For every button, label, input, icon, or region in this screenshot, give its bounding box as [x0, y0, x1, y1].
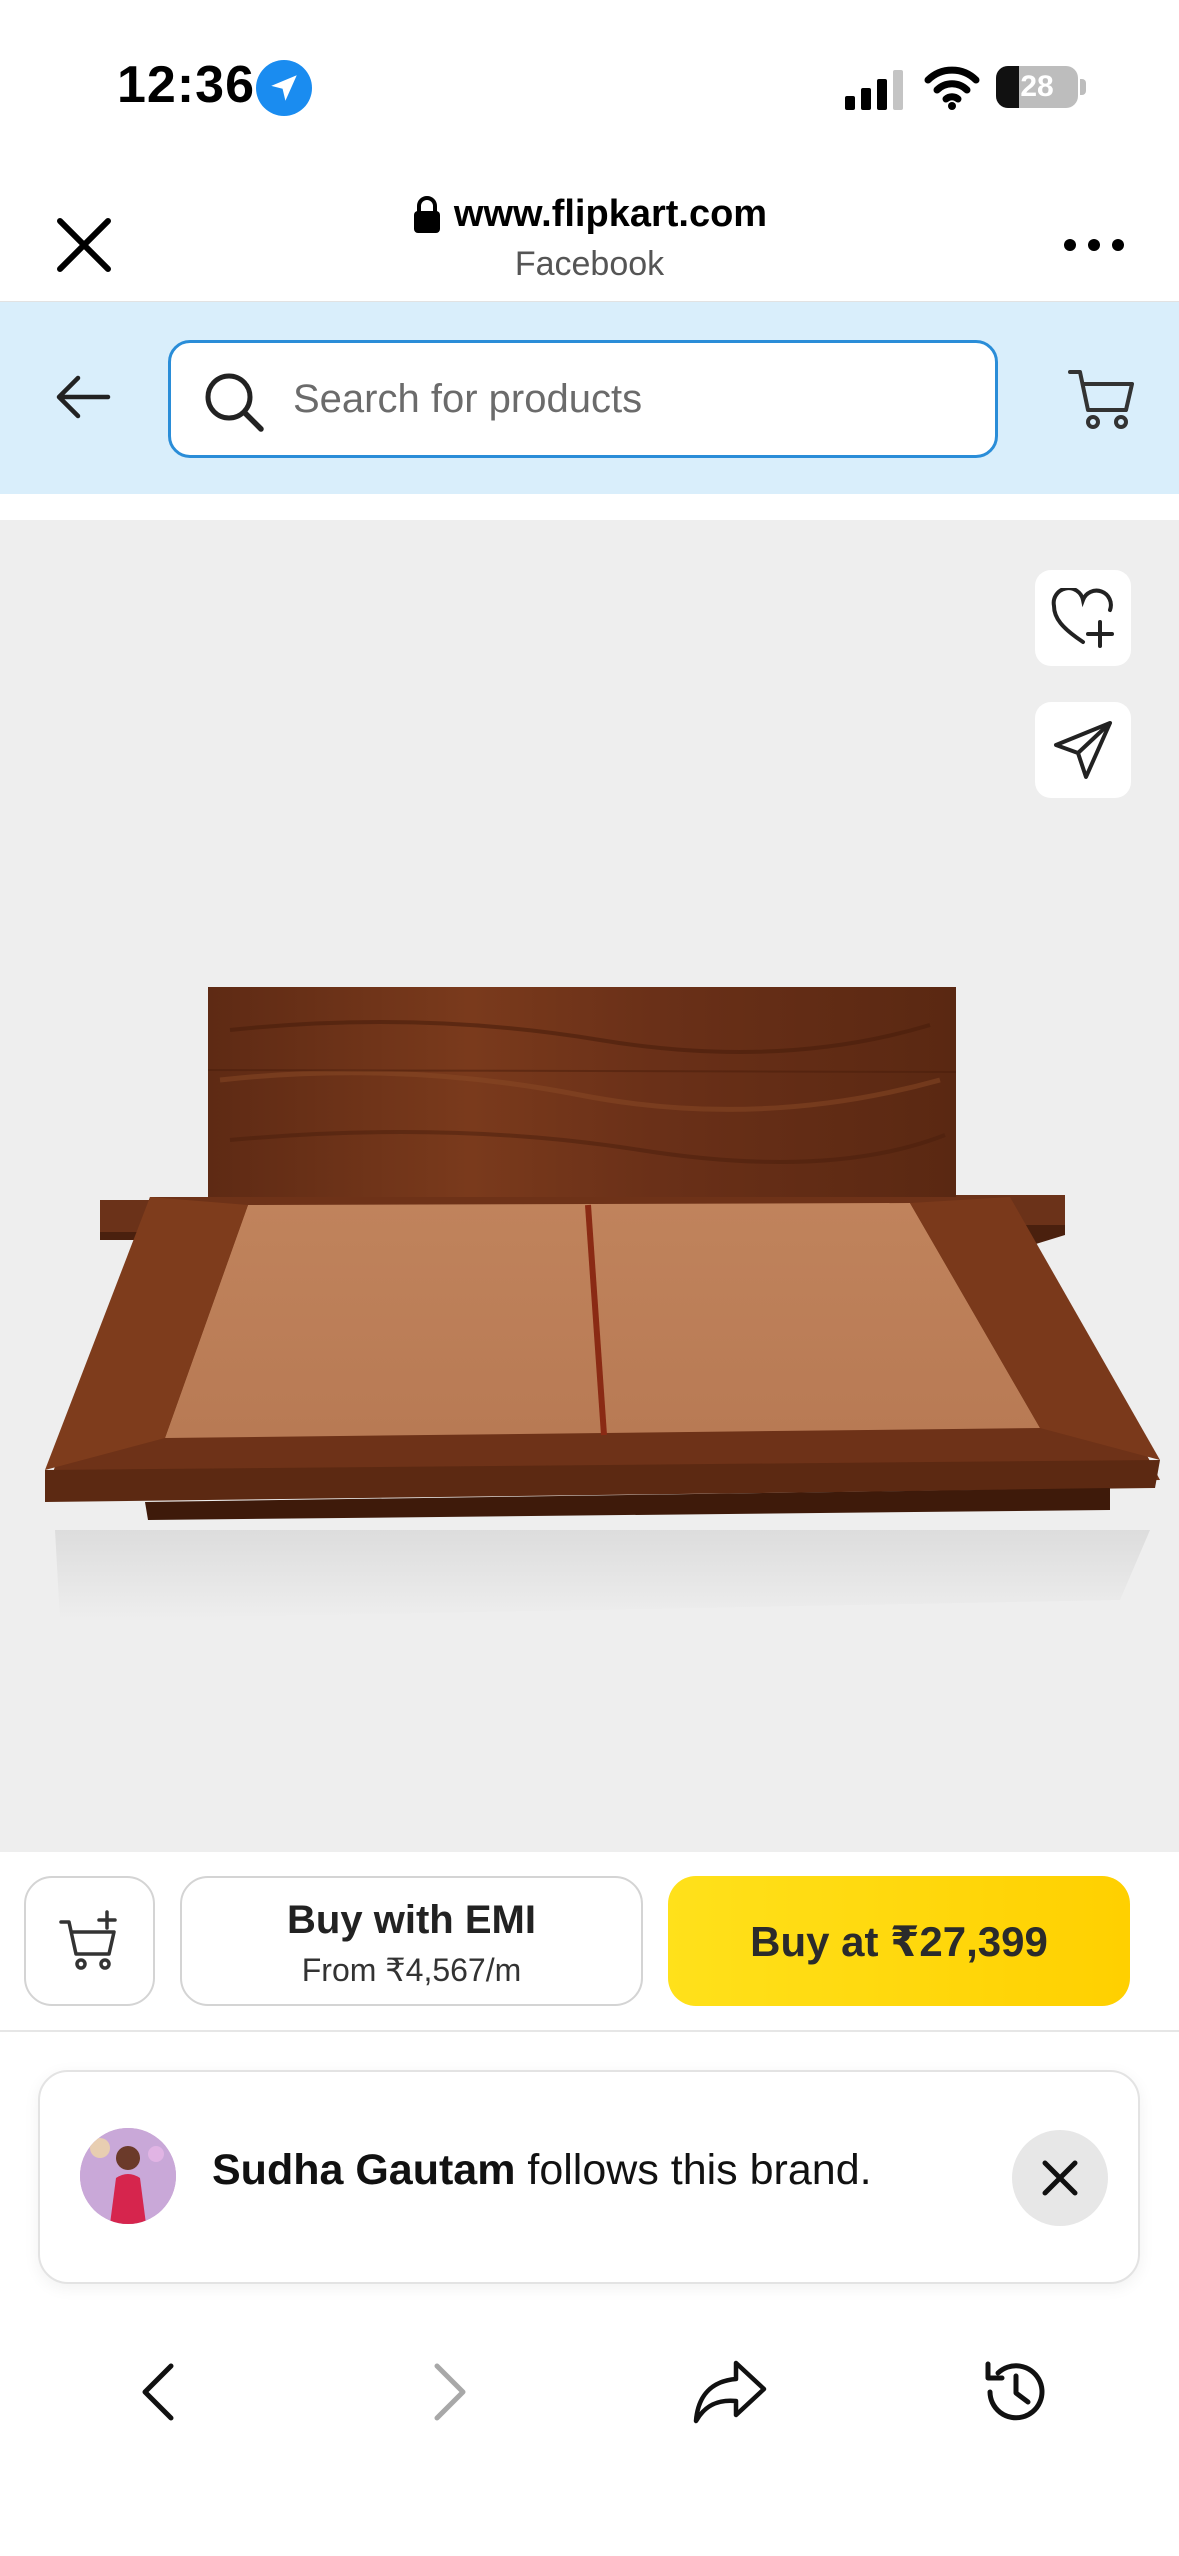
- share-icon: [1054, 721, 1112, 779]
- url-display[interactable]: www.flipkart.com Facebook: [0, 193, 1179, 284]
- wooden-platform-bed-image: [45, 987, 1160, 1620]
- follower-name: Sudha Gautam: [212, 2146, 516, 2194]
- url-text: www.flipkart.com: [453, 193, 768, 235]
- add-to-cart-button[interactable]: [24, 1876, 155, 2006]
- divider: [0, 494, 1179, 520]
- browser-bottom-nav: [0, 2310, 1179, 2556]
- cart-icon[interactable]: [1066, 362, 1138, 434]
- battery-icon: 28: [996, 66, 1078, 108]
- history-icon: [985, 2361, 1045, 2421]
- wifi-icon: [924, 66, 980, 110]
- search-box[interactable]: [168, 340, 998, 458]
- nav-back-button[interactable]: [120, 2352, 200, 2432]
- share-button[interactable]: [1035, 702, 1131, 798]
- search-bar-area: [0, 302, 1179, 494]
- toast-text: Sudha Gautam follows this brand.: [212, 2146, 872, 2195]
- share-arrow-icon: [693, 2360, 767, 2424]
- nav-history-button[interactable]: [976, 2352, 1056, 2432]
- status-bar: 12:36 28: [0, 0, 1179, 175]
- more-icon[interactable]: [1064, 235, 1124, 255]
- location-icon: [256, 60, 312, 116]
- back-arrow-icon[interactable]: [50, 364, 116, 430]
- search-icon: [205, 373, 264, 432]
- close-icon: [1042, 2160, 1078, 2196]
- emi-title: Buy with EMI: [287, 1898, 536, 1942]
- toast-close-button[interactable]: [1012, 2130, 1108, 2226]
- buy-with-emi-button[interactable]: Buy with EMI From ₹4,567/m: [180, 1876, 643, 2006]
- emi-price: From ₹4,567/m: [301, 1952, 522, 1988]
- follow-notification: Sudha Gautam follows this brand.: [38, 2070, 1140, 2284]
- nav-forward-button[interactable]: [408, 2352, 488, 2432]
- battery-tip: [1080, 79, 1086, 95]
- browser-header: www.flipkart.com Facebook: [0, 175, 1179, 302]
- buy-now-button[interactable]: Buy at ₹27,399: [668, 1876, 1130, 2006]
- battery-level: 28: [1020, 70, 1054, 103]
- wishlist-button[interactable]: [1035, 570, 1131, 666]
- status-time: 12:36: [117, 56, 255, 114]
- product-image[interactable]: [0, 520, 1179, 1852]
- nav-share-button[interactable]: [690, 2352, 770, 2432]
- lock-icon: [413, 195, 440, 233]
- avatar: [80, 2128, 176, 2224]
- cart-plus-icon: [58, 1910, 117, 1970]
- back-icon: [142, 2363, 174, 2421]
- search-input[interactable]: [293, 343, 973, 455]
- forward-icon: [434, 2363, 466, 2421]
- action-bar: Buy with EMI From ₹4,567/m Buy at ₹27,39…: [0, 1852, 1179, 2032]
- signal-icon: [845, 70, 903, 110]
- url-subtitle: Facebook: [514, 244, 665, 283]
- toast-message: follows this brand.: [515, 2146, 872, 2194]
- heart-plus-icon: [1051, 588, 1114, 648]
